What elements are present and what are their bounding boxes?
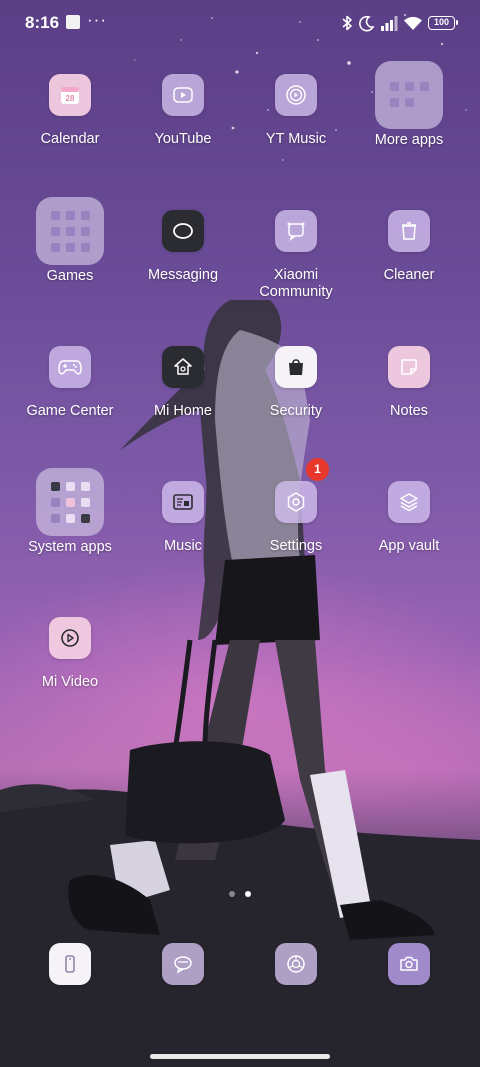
- folder-icon: [36, 197, 104, 265]
- dock-browser[interactable]: [275, 943, 317, 985]
- app-label: YT Music: [265, 131, 327, 147]
- app-label: Game Center: [26, 403, 114, 419]
- app-label: App vault: [378, 538, 440, 554]
- page-dot[interactable]: [229, 891, 235, 897]
- video-play-icon: [49, 617, 91, 659]
- svg-text:28: 28: [66, 94, 75, 103]
- app-label: YouTube: [154, 131, 212, 147]
- home-icon: [162, 346, 204, 388]
- layers-icon: [388, 481, 430, 523]
- app-label: Cleaner: [383, 267, 435, 283]
- community-icon: [275, 210, 317, 252]
- app-label: Music: [164, 538, 202, 554]
- shopping-bag-icon: [275, 346, 317, 388]
- notification-icon: [66, 15, 80, 29]
- page-indicator: [229, 891, 251, 897]
- phone-icon: [49, 943, 91, 985]
- calendar-icon: 28: [49, 74, 91, 116]
- camera-icon: [388, 943, 430, 985]
- home-gesture-bar[interactable]: [150, 1054, 330, 1059]
- music-icon: [162, 481, 204, 523]
- app-yt-music[interactable]: YT Music: [240, 74, 352, 148]
- app-mi-video[interactable]: Mi Video: [14, 617, 126, 691]
- wifi-icon: [404, 16, 422, 30]
- gamepad-icon: [49, 346, 91, 388]
- app-label: Security: [269, 403, 323, 419]
- chat-bubble-icon: [162, 943, 204, 985]
- app-label: Settings: [269, 538, 323, 554]
- bluetooth-icon: [342, 15, 352, 31]
- app-security[interactable]: Security: [240, 346, 352, 420]
- app-label: Calendar: [40, 131, 100, 147]
- do-not-disturb-moon-icon: [359, 15, 375, 31]
- app-label: More apps: [374, 132, 444, 148]
- app-label: System apps: [28, 539, 112, 555]
- battery-icon: 100: [428, 16, 458, 30]
- status-bar: 8:16 ··· 100: [0, 0, 480, 46]
- app-calendar[interactable]: 28 Calendar: [14, 74, 126, 148]
- more-notifications-icon: ···: [87, 10, 107, 29]
- dock-phone[interactable]: [49, 943, 91, 985]
- folder-system-apps[interactable]: System apps: [14, 468, 126, 556]
- app-label: Games: [46, 268, 94, 284]
- status-icons: 100: [342, 14, 458, 32]
- app-app-vault[interactable]: App vault: [353, 481, 465, 555]
- chat-bubble-icon: [162, 210, 204, 252]
- dock-camera[interactable]: [388, 943, 430, 985]
- app-settings[interactable]: 1 Settings: [240, 458, 352, 555]
- cellular-signal-icon: [381, 15, 398, 31]
- app-cleaner[interactable]: Cleaner: [353, 210, 465, 284]
- app-label: Messaging: [147, 267, 219, 283]
- notification-badge: 1: [306, 458, 329, 481]
- music-disc-icon: [275, 74, 317, 116]
- folder-more-apps[interactable]: More apps: [353, 61, 465, 149]
- browser-icon: [275, 943, 317, 985]
- app-mi-home[interactable]: Mi Home: [127, 346, 239, 420]
- status-time: 8:16: [25, 13, 60, 32]
- app-label: Xiaomi Community: [259, 267, 333, 300]
- dock-messaging[interactable]: [162, 943, 204, 985]
- app-xiaomi-community[interactable]: Xiaomi Community: [240, 210, 352, 301]
- folder-games[interactable]: Games: [14, 197, 126, 285]
- app-label: Mi Home: [153, 403, 212, 419]
- play-icon: [162, 74, 204, 116]
- app-music[interactable]: Music: [127, 481, 239, 555]
- page-dot-current[interactable]: [245, 891, 251, 897]
- app-youtube[interactable]: YouTube: [127, 74, 239, 148]
- app-game-center[interactable]: Game Center: [14, 346, 126, 420]
- app-notes[interactable]: Notes: [353, 346, 465, 420]
- trash-icon: [388, 210, 430, 252]
- folder-icon: [375, 61, 443, 129]
- app-label: Mi Video: [41, 674, 99, 690]
- note-icon: [388, 346, 430, 388]
- gear-icon: 1: [275, 458, 329, 523]
- app-label: Notes: [390, 403, 428, 419]
- folder-icon: [36, 468, 104, 536]
- app-messaging[interactable]: Messaging: [127, 210, 239, 284]
